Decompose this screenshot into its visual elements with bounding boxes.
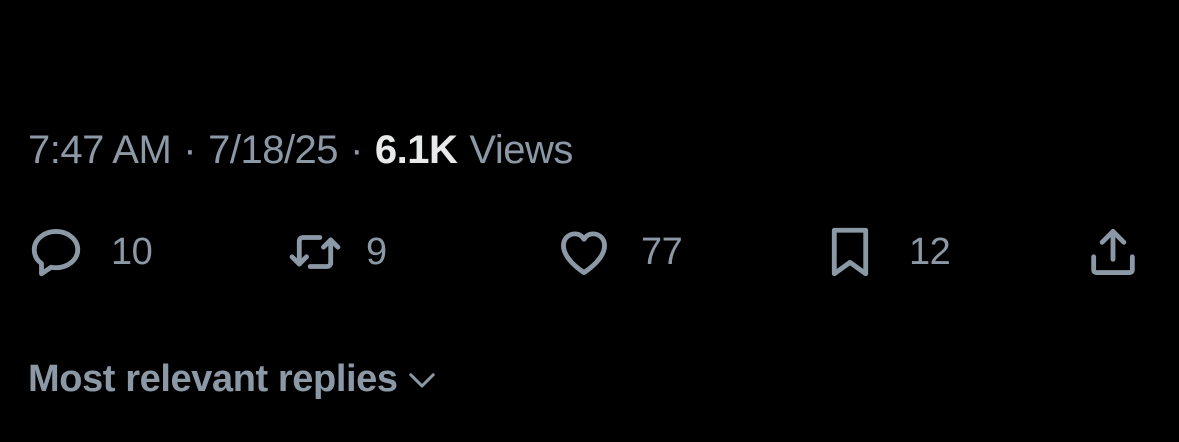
like-button[interactable]: 77 [555,220,683,284]
views-count[interactable]: 6.1K [375,128,458,173]
meta-separator: · [350,127,363,172]
post-meta: 7:47 AM · 7/18/25 · 6.1K Views [28,124,573,176]
reply-button[interactable]: 10 [27,220,153,284]
bookmark-button[interactable]: 12 [821,220,951,284]
post-date[interactable]: 7/18/25 [208,128,338,173]
reply-count: 10 [111,230,153,273]
bookmark-icon [821,223,879,281]
replies-sort-dropdown[interactable]: Most relevant replies [28,352,440,406]
views-label[interactable]: Views [469,128,573,173]
bookmark-count: 12 [909,230,951,273]
repost-button[interactable]: 9 [286,220,387,284]
post-action-bar: 10 9 77 12 [0,220,1179,284]
post-time[interactable]: 7:47 AM [28,128,172,173]
replies-sort-label: Most relevant replies [28,357,398,400]
chevron-down-icon [408,373,435,388]
share-button[interactable] [1084,220,1142,284]
meta-separator: · [183,127,197,172]
heart-icon [555,223,613,281]
repost-count: 9 [366,230,387,273]
repost-arrows-icon [286,223,344,281]
share-upload-icon [1084,223,1142,281]
like-count: 77 [641,230,683,273]
reply-bubble-icon [27,223,85,281]
